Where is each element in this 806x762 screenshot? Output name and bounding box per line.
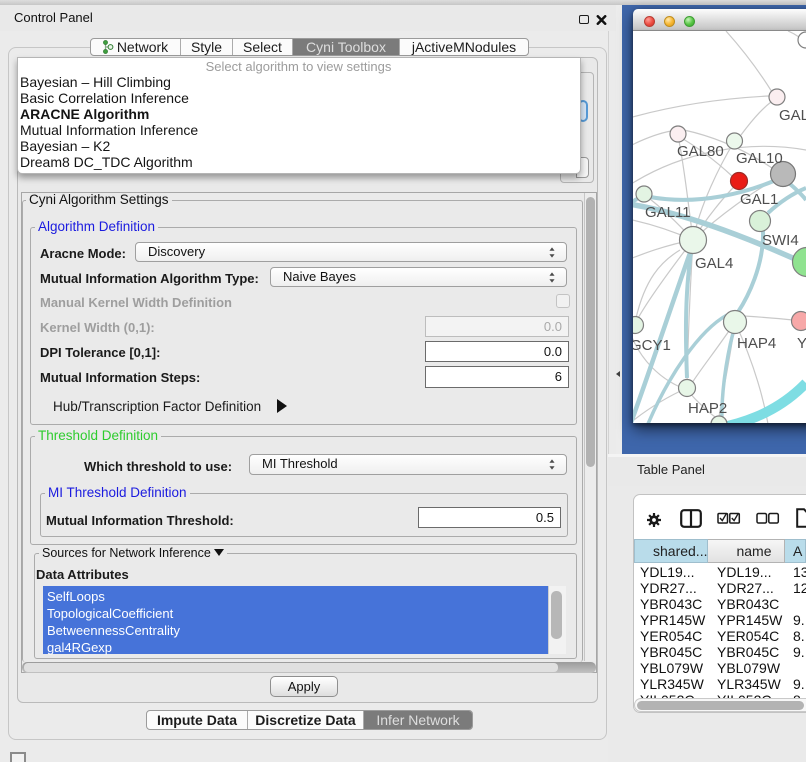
svg-text:GAL10: GAL10 (736, 150, 783, 167)
svg-text:GAL11: GAL11 (645, 204, 691, 221)
svg-text:GCY1: GCY1 (633, 337, 671, 354)
svg-text:HAP4: HAP4 (737, 335, 776, 352)
svg-text:HAP2: HAP2 (688, 400, 727, 417)
svg-text:SWI4: SWI4 (762, 232, 799, 249)
svg-text:GAL: GAL (779, 107, 806, 124)
svg-text:GAL1: GAL1 (740, 191, 778, 208)
svg-text:GAL80: GAL80 (677, 143, 724, 160)
svg-text:GAL4: GAL4 (695, 255, 733, 272)
svg-text:Y: Y (797, 335, 806, 352)
